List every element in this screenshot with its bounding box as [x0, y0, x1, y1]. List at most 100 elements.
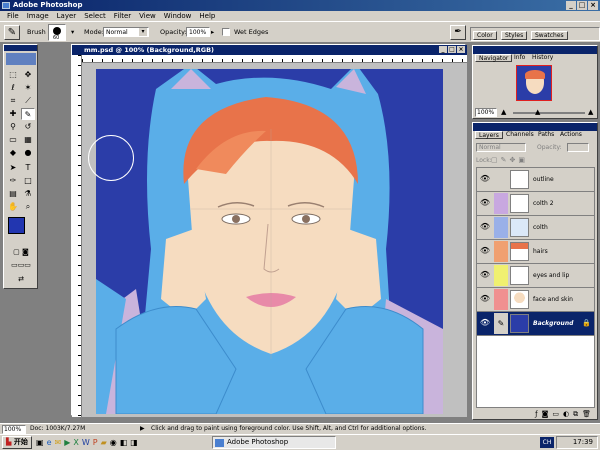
history-brush-tool-icon[interactable]: ↺	[21, 121, 35, 133]
eye-icon[interactable]: 👁	[478, 316, 492, 330]
layer-row-face-and-skin[interactable]: 👁 face and skin	[477, 288, 594, 312]
navigator-thumbnail[interactable]	[516, 65, 552, 101]
jump-to-imageready-icon[interactable]: ⇄	[6, 273, 36, 285]
tab-paths[interactable]: Paths	[535, 131, 557, 139]
blend-mode-select[interactable]: Normal	[476, 143, 526, 152]
marquee-tool-icon[interactable]: ⬚	[6, 69, 20, 81]
folder-icon[interactable]: ▰	[101, 437, 107, 449]
mode-select[interactable]: Normal ▾	[103, 27, 149, 37]
chevron-down-icon[interactable]: ▾	[71, 28, 74, 36]
doc-close-button[interactable]: ×	[457, 46, 465, 53]
new-set-icon[interactable]: ▭	[552, 410, 559, 419]
ime-indicator[interactable]: CH	[540, 437, 554, 448]
menu-file[interactable]: File	[3, 11, 23, 21]
eye-icon[interactable]: 👁	[478, 292, 492, 306]
brush-tool-preset-icon[interactable]: ✎	[4, 25, 20, 40]
clock[interactable]: 17:39	[573, 438, 593, 446]
zoom-out-icon[interactable]: ▲	[501, 109, 509, 116]
airbrush-icon[interactable]: ✒	[450, 25, 466, 40]
crop-tool-icon[interactable]: ⌗	[6, 95, 20, 107]
layer-row-colth-2[interactable]: 👁 colth 2	[477, 192, 594, 216]
blur-tool-icon[interactable]: ◆	[6, 147, 20, 159]
show-desktop-icon[interactable]: ▣	[36, 437, 44, 449]
magic-wand-tool-icon[interactable]: ✶	[21, 82, 35, 94]
eye-icon[interactable]: 👁	[478, 220, 492, 234]
zoom-slider[interactable]	[513, 112, 585, 114]
zoom-tool-icon[interactable]: ⌕	[21, 201, 35, 213]
well-tab-styles[interactable]: Styles	[501, 31, 528, 40]
menu-window[interactable]: Window	[160, 11, 196, 21]
opacity-arrow-icon[interactable]: ▸	[211, 28, 214, 36]
pen-tool-icon[interactable]: ✑	[6, 175, 20, 187]
outlook-icon[interactable]: ✉	[54, 437, 61, 449]
minimize-button[interactable]: _	[566, 1, 576, 10]
path-selection-tool-icon[interactable]: ➤	[6, 162, 20, 174]
tab-actions[interactable]: Actions	[557, 131, 585, 139]
status-arrow-icon[interactable]: ▶	[140, 425, 145, 432]
eye-icon[interactable]: 👁	[478, 244, 492, 258]
menu-view[interactable]: View	[135, 11, 160, 21]
well-tab-swatches[interactable]: Swatches	[531, 31, 568, 40]
zoom-slider-thumb[interactable]: ▲	[535, 109, 540, 116]
lasso-tool-icon[interactable]: ℓ	[6, 82, 20, 94]
powerpoint-icon[interactable]: P	[93, 437, 98, 449]
opacity-input[interactable]: 100%	[186, 27, 210, 37]
gradient-tool-icon[interactable]: ▦	[21, 134, 35, 146]
clone-stamp-tool-icon[interactable]: ⚲	[6, 121, 20, 133]
app-icon-2[interactable]: ◧	[120, 437, 128, 449]
add-mask-icon[interactable]: ◙	[542, 410, 549, 419]
dodge-tool-icon[interactable]: ●	[21, 147, 35, 159]
well-tab-color[interactable]: Color	[473, 31, 497, 40]
menu-help[interactable]: Help	[195, 11, 219, 21]
eyedropper-tool-icon[interactable]: ⚗	[21, 188, 35, 200]
adjustment-layer-icon[interactable]: ◐	[563, 410, 569, 419]
tab-info[interactable]: Info	[511, 54, 528, 62]
healing-brush-tool-icon[interactable]: ✚	[6, 108, 20, 120]
eye-icon[interactable]: 👁	[478, 172, 492, 186]
doc-minimize-button[interactable]: _	[439, 46, 447, 53]
wet-edges-checkbox[interactable]	[222, 28, 230, 36]
new-layer-icon[interactable]: ⧉	[573, 410, 578, 419]
menu-select[interactable]: Select	[80, 11, 110, 21]
screen-mode-icon[interactable]: ▭▭▭	[6, 259, 36, 271]
status-zoom-input[interactable]: 100%	[2, 425, 26, 434]
eye-icon[interactable]: 👁	[478, 268, 492, 282]
brush-picker[interactable]: 60	[48, 24, 66, 41]
tab-layers[interactable]: Layers	[475, 131, 503, 139]
layer-row-colth[interactable]: 👁 colth	[477, 216, 594, 240]
lock-icons[interactable]: ▢✎✥▣	[491, 156, 528, 164]
brush-tool-icon[interactable]: ✎	[21, 108, 35, 120]
notes-tool-icon[interactable]: ▤	[6, 188, 20, 200]
navigator-zoom-input[interactable]: 100%	[475, 108, 497, 117]
eye-icon[interactable]: 👁	[478, 196, 492, 210]
move-tool-icon[interactable]: ✥	[21, 69, 35, 81]
app-icon[interactable]: ◉	[110, 437, 117, 449]
taskbar-app-photoshop[interactable]: Adobe Photoshop	[212, 436, 336, 449]
hand-tool-icon[interactable]: ✋	[6, 201, 20, 213]
type-tool-icon[interactable]: T	[21, 162, 35, 174]
word-icon[interactable]: W	[82, 437, 90, 449]
close-button[interactable]: ×	[588, 1, 598, 10]
menu-filter[interactable]: Filter	[110, 11, 135, 21]
ie-icon[interactable]: e	[47, 437, 52, 449]
layer-row-outline[interactable]: 👁 outline	[477, 168, 594, 192]
layer-row-background[interactable]: 👁 ✎ Background 🔒	[477, 312, 594, 336]
adobe-online-icon[interactable]	[6, 53, 36, 65]
quick-mask-icon[interactable]: ▢ ◙	[6, 246, 36, 258]
menu-image[interactable]: Image	[23, 11, 53, 21]
excel-icon[interactable]: X	[73, 437, 78, 449]
foreground-color-swatch[interactable]	[8, 217, 25, 234]
layer-opacity-input[interactable]	[567, 143, 589, 152]
tab-history[interactable]: History	[529, 54, 556, 62]
app-icon-3[interactable]: ◨	[130, 437, 138, 449]
eraser-tool-icon[interactable]: ▭	[6, 134, 20, 146]
layer-row-eyes-and-lip[interactable]: 👁 eyes and lip	[477, 264, 594, 288]
delete-layer-icon[interactable]: 🗑	[582, 410, 591, 419]
shape-tool-icon[interactable]: □	[21, 175, 35, 187]
start-button[interactable]: ▙ 开始	[2, 436, 32, 449]
slice-tool-icon[interactable]: ⟋	[21, 95, 35, 107]
media-player-icon[interactable]: ▶	[64, 437, 70, 449]
zoom-in-icon[interactable]: ▲	[588, 109, 596, 116]
doc-maximize-button[interactable]: □	[448, 46, 456, 53]
tab-navigator[interactable]: Navigator	[475, 54, 513, 62]
